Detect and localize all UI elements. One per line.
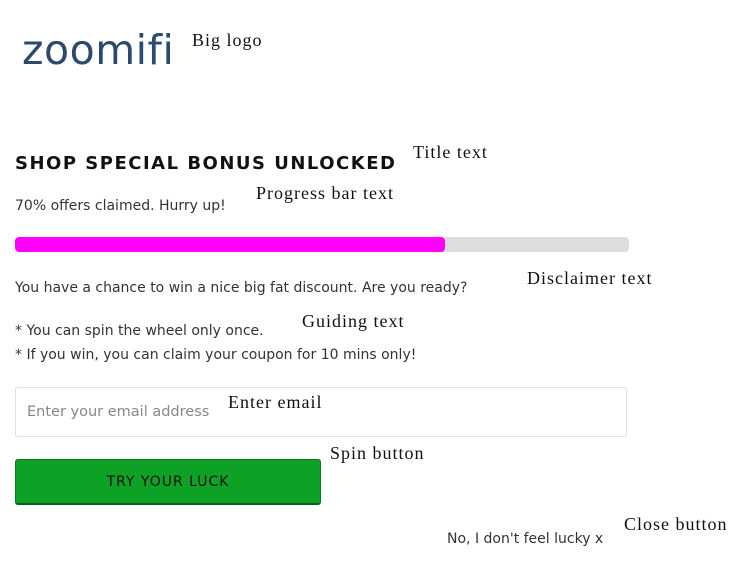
- zoomifi-logo: zoomifi: [22, 26, 175, 74]
- annotation-spin-button: Spin button: [330, 443, 425, 463]
- progress-text: 70% offers claimed. Hurry up!: [15, 198, 226, 214]
- annotation-big-logo: Big logo: [192, 30, 263, 50]
- progress-bar-fill: [15, 237, 445, 252]
- popup-title: SHOP SPECIAL BONUS UNLOCKED: [15, 153, 397, 174]
- spin-button[interactable]: TRY YOUR LUCK: [15, 459, 321, 505]
- disclaimer-text: You have a chance to win a nice big fat …: [15, 280, 468, 296]
- guide-line-1: * You can spin the wheel only once.: [15, 323, 264, 339]
- annotation-title-text: Title text: [413, 142, 488, 162]
- close-button[interactable]: No, I don't feel lucky x: [447, 532, 603, 546]
- progress-bar: [15, 237, 629, 252]
- annotation-guiding-text: Guiding text: [302, 311, 405, 331]
- annotation-close-button: Close button: [624, 514, 728, 534]
- annotation-progress-bar-text: Progress bar text: [256, 183, 394, 203]
- annotation-enter-email: Enter email: [228, 392, 323, 412]
- guide-line-2: * If you win, you can claim your coupon …: [15, 347, 417, 363]
- annotation-disclaimer-text: Disclaimer text: [527, 268, 653, 288]
